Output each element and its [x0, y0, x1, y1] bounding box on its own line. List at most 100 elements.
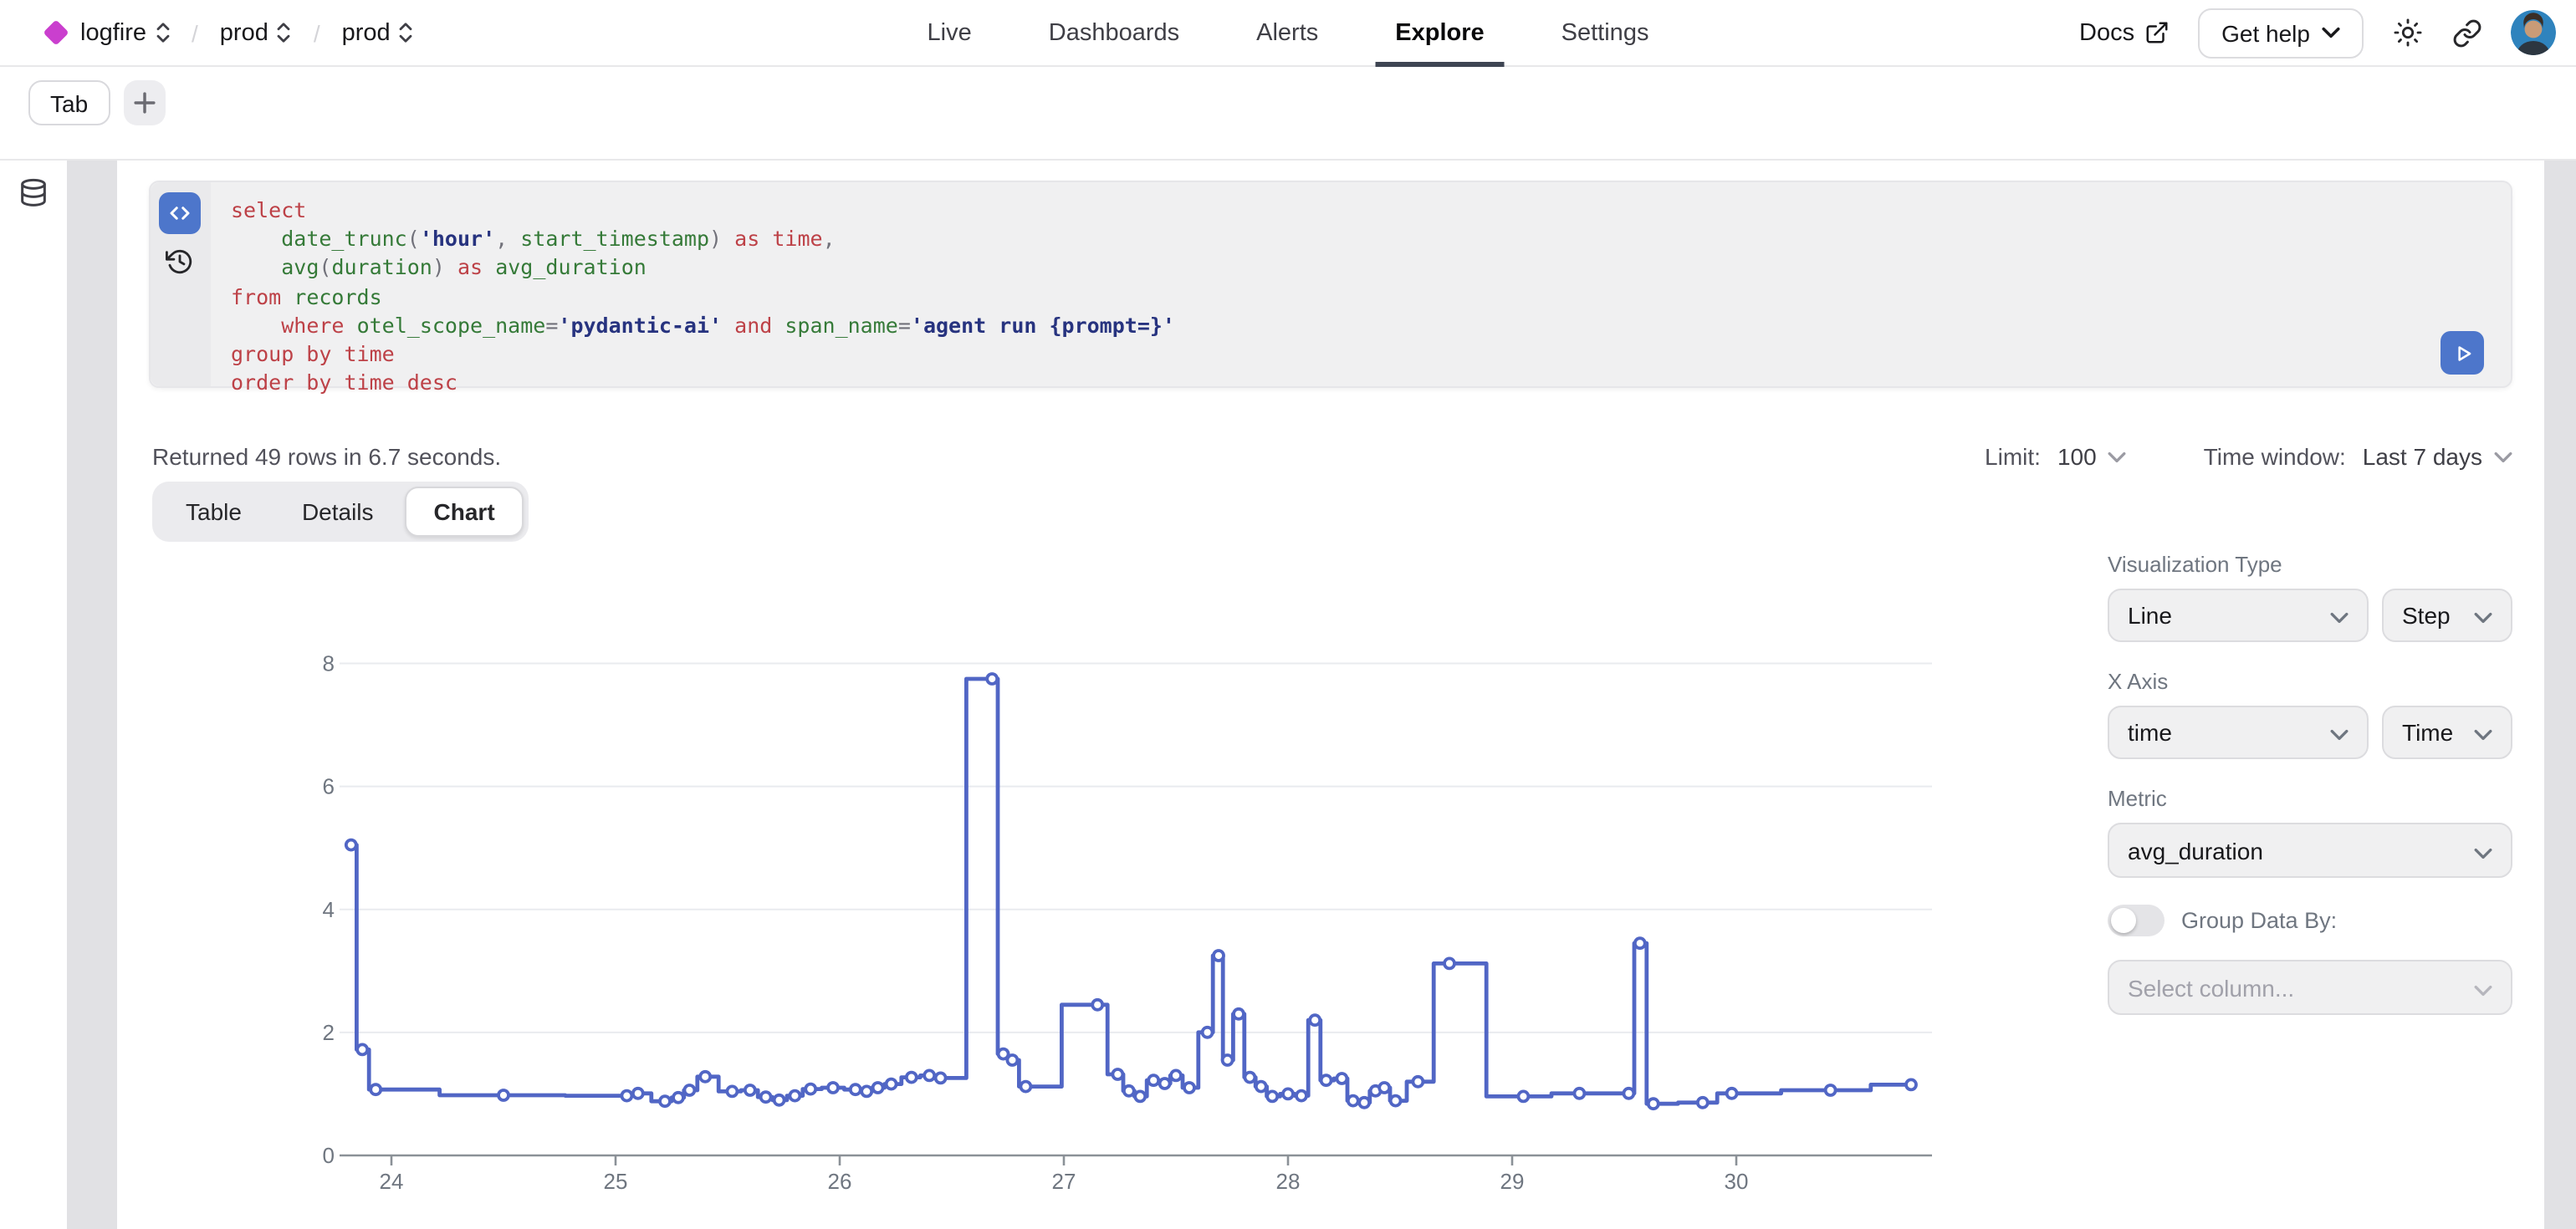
data-point: [700, 1072, 710, 1082]
x-axis-label: X Axis: [2108, 669, 2512, 694]
format-code-button[interactable]: [159, 192, 201, 234]
group-column-select[interactable]: Select column...: [2108, 960, 2512, 1015]
nav-item-settings[interactable]: Settings: [1561, 0, 1649, 67]
sql-query-text[interactable]: select date_trunc('hour', start_timestam…: [231, 196, 2444, 397]
chevron-down-icon: [2330, 612, 2349, 624]
chevron-down-icon: [2474, 729, 2492, 741]
data-point: [727, 1086, 737, 1096]
nav-item-live[interactable]: Live: [928, 0, 972, 67]
data-point: [1234, 1009, 1244, 1019]
x-tick-label: 28: [1276, 1169, 1301, 1194]
metric-select[interactable]: avg_duration: [2108, 823, 2512, 878]
x-axis-type-select[interactable]: Time: [2382, 706, 2512, 759]
visualization-type-select[interactable]: Line: [2108, 589, 2369, 642]
chart-settings-panel: Visualization Type Line Step X Axis time…: [2108, 552, 2512, 1042]
data-point: [1359, 1098, 1369, 1108]
nav-item-dashboards[interactable]: Dashboards: [1049, 0, 1179, 67]
query-tab-bar: Tab: [28, 80, 165, 125]
add-tab-button[interactable]: [123, 80, 165, 125]
data-point: [1635, 938, 1645, 948]
data-point: [987, 674, 997, 684]
data-point: [1007, 1055, 1017, 1065]
header-actions: Docs Get help: [2079, 8, 2576, 58]
data-point: [1348, 1096, 1358, 1106]
chevron-down-icon: [2474, 984, 2492, 996]
breadcrumb-environment-label: prod: [342, 19, 391, 46]
data-point: [1826, 1085, 1836, 1095]
left-scroll-gutter: [67, 161, 117, 1229]
x-axis-column-value: time: [2128, 719, 2172, 746]
breadcrumb-org[interactable]: logfire: [80, 19, 170, 46]
data-point: [1112, 1069, 1122, 1079]
sql-editor[interactable]: select date_trunc('hour', start_timestam…: [149, 181, 2512, 388]
play-icon: [2450, 340, 2475, 365]
group-data-label: Group Data By:: [2181, 908, 2337, 933]
line-style-select[interactable]: Step: [2382, 589, 2512, 642]
data-point: [1623, 1089, 1633, 1099]
right-scroll-gutter: [2544, 161, 2576, 1229]
x-axis-column-select[interactable]: time: [2108, 706, 2369, 759]
chevron-down-icon: [2474, 612, 2492, 624]
data-point: [1906, 1079, 1916, 1089]
query-history-button[interactable]: [166, 247, 194, 284]
limit-label: Limit:: [1985, 443, 2041, 470]
limit-dropdown[interactable]: 100: [2057, 443, 2127, 470]
data-point: [371, 1084, 381, 1094]
data-point: [1203, 1028, 1213, 1038]
toggle-knob: [2111, 908, 2136, 933]
chevron-down-icon: [2322, 27, 2340, 38]
data-point: [1214, 951, 1224, 961]
data-point: [1256, 1082, 1266, 1092]
data-point: [1648, 1099, 1659, 1109]
breadcrumb-environment[interactable]: prod: [342, 19, 414, 46]
run-query-button[interactable]: [2441, 331, 2484, 375]
external-link-icon: [2144, 20, 2170, 45]
data-points[interactable]: [346, 674, 1916, 1109]
user-avatar[interactable]: [2511, 10, 2556, 55]
data-point: [673, 1093, 683, 1103]
data-point: [924, 1070, 934, 1080]
data-point: [745, 1085, 755, 1095]
y-tick-label: 8: [323, 651, 335, 676]
data-point: [498, 1090, 509, 1100]
query-tab[interactable]: Tab: [28, 80, 110, 125]
data-point: [1245, 1073, 1255, 1083]
view-tab-details[interactable]: Details: [273, 487, 402, 537]
avg-duration-step-chart[interactable]: 0246824252627282930: [301, 635, 1957, 1212]
data-point: [907, 1073, 917, 1083]
data-point: [761, 1092, 771, 1102]
group-data-toggle[interactable]: [2108, 905, 2165, 936]
breadcrumb-org-label: logfire: [80, 19, 146, 46]
breadcrumb-project[interactable]: prod: [220, 19, 292, 46]
results-status-row: Returned 49 rows in 6.7 seconds. Limit: …: [152, 438, 2512, 475]
data-point: [684, 1085, 694, 1095]
data-point: [1296, 1091, 1306, 1101]
logfire-logo-icon: [43, 19, 69, 45]
nav-item-explore[interactable]: Explore: [1395, 0, 1484, 67]
nav-item-alerts[interactable]: Alerts: [1256, 0, 1318, 67]
data-point: [1223, 1055, 1233, 1065]
theme-toggle-button[interactable]: [2392, 17, 2424, 48]
share-link-button[interactable]: [2452, 18, 2482, 48]
x-tick-label: 26: [828, 1169, 852, 1194]
breadcrumb-separator: /: [307, 19, 327, 46]
data-point: [1698, 1098, 1708, 1108]
docs-link[interactable]: Docs: [2079, 19, 2170, 46]
get-help-button[interactable]: Get help: [2198, 8, 2364, 58]
query-status-text: Returned 49 rows in 6.7 seconds.: [152, 443, 501, 470]
y-tick-label: 0: [323, 1143, 335, 1168]
x-tick-label: 30: [1725, 1169, 1749, 1194]
view-tab-chart[interactable]: Chart: [406, 487, 524, 537]
data-point: [1148, 1075, 1158, 1085]
y-tick-label: 2: [323, 1020, 335, 1045]
schema-browser-button[interactable]: [17, 177, 50, 219]
result-view-tabs: TableDetailsChart: [152, 482, 529, 542]
time-window-dropdown[interactable]: Last 7 days: [2363, 443, 2512, 470]
data-point: [873, 1083, 883, 1093]
limit-value: 100: [2057, 443, 2097, 470]
series-line: [351, 679, 1911, 1104]
content-divider: [0, 159, 2576, 161]
view-tab-table[interactable]: Table: [157, 487, 270, 537]
data-point: [1574, 1089, 1584, 1099]
data-point: [1283, 1089, 1293, 1099]
